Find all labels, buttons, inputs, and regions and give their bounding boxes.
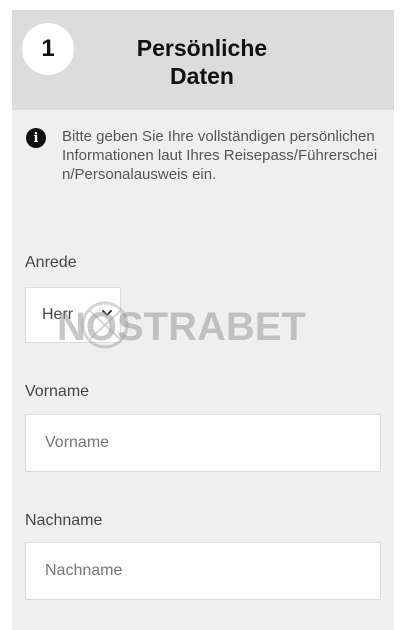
salutation-select[interactable]: Herr <box>25 287 121 343</box>
salutation-label: Anrede <box>25 254 77 271</box>
step-number-badge: 1 <box>22 23 74 75</box>
first-name-label: Vorname <box>25 383 90 400</box>
chevron-down-icon <box>102 310 112 316</box>
salutation-select-value: Herr <box>42 306 74 323</box>
personal-data-panel: 1 Persönliche Daten i Bitte geben Sie Ih… <box>12 10 394 630</box>
section-title-line1: Persönliche <box>136 35 268 61</box>
info-text: Bitte geben Sie Ihre vollständigen persö… <box>62 128 378 183</box>
last-name-field[interactable] <box>25 542 381 600</box>
section-header: 1 Persönliche Daten <box>12 10 394 110</box>
last-name-label: Nachname <box>25 512 103 529</box>
first-name-field[interactable] <box>25 414 381 472</box>
section-title: Persönliche Daten <box>102 34 302 90</box>
section-title-line2: Daten <box>170 63 234 89</box>
info-icon: i <box>26 128 46 148</box>
